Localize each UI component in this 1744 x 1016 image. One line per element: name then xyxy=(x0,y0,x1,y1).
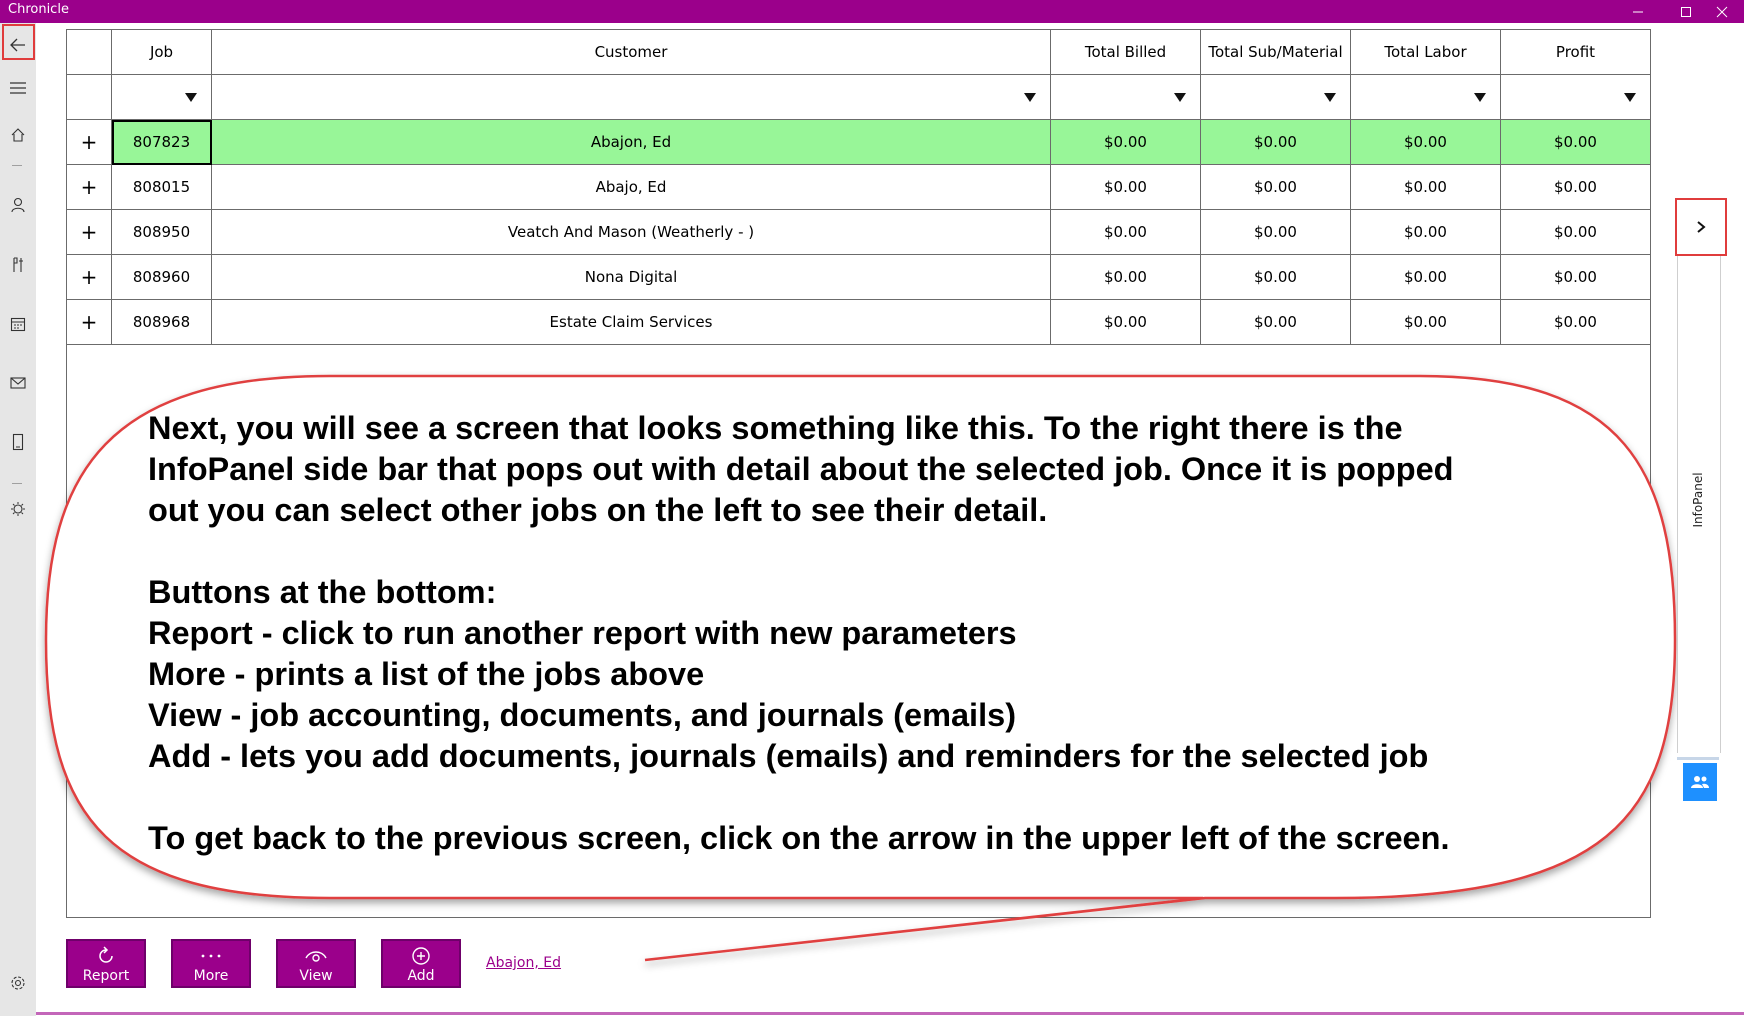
selected-customer-link[interactable]: Abajon, Ed xyxy=(486,955,561,971)
bottom-border xyxy=(36,1012,1744,1015)
people-icon xyxy=(1691,776,1709,788)
refresh-icon xyxy=(99,946,113,963)
more-label: More xyxy=(193,968,229,984)
report-button[interactable]: Report xyxy=(66,939,146,988)
callout-line: View - job accounting, documents, and jo… xyxy=(148,697,1017,733)
infopanel-divider xyxy=(1677,757,1719,760)
view-label: View xyxy=(299,968,333,984)
callout-line: Buttons at the bottom: xyxy=(148,574,497,610)
callout-line: out you can select other jobs on the lef… xyxy=(148,492,1048,528)
add-button[interactable]: Add xyxy=(381,939,461,988)
callout-line: Add - lets you add documents, journals (… xyxy=(148,738,1429,774)
add-label: Add xyxy=(407,968,435,984)
add-circle-icon xyxy=(412,947,430,965)
infopanel-expand-button[interactable] xyxy=(1675,198,1727,256)
more-button[interactable]: More xyxy=(171,939,251,988)
callout-text: Next, you will see a screen that looks s… xyxy=(148,408,1548,859)
callout-line: Report - click to run another report wit… xyxy=(148,615,1017,651)
more-dots-icon xyxy=(201,954,221,958)
callout-line: To get back to the previous screen, clic… xyxy=(148,820,1450,856)
view-button[interactable]: View xyxy=(276,939,356,988)
chevron-right-icon xyxy=(1697,221,1706,233)
eye-icon xyxy=(305,951,327,962)
infopanel-people-button[interactable] xyxy=(1683,763,1717,801)
callout-line: Next, you will see a screen that looks s… xyxy=(148,410,1403,446)
report-label: Report xyxy=(82,968,130,984)
callout-spacer xyxy=(148,531,1548,572)
infopanel-label: InfoPanel xyxy=(1691,472,1705,528)
callout-line: More - prints a list of the jobs above xyxy=(148,656,705,692)
callout-line: InfoPanel side bar that pops out with de… xyxy=(148,451,1454,487)
callout-spacer xyxy=(148,777,1548,818)
